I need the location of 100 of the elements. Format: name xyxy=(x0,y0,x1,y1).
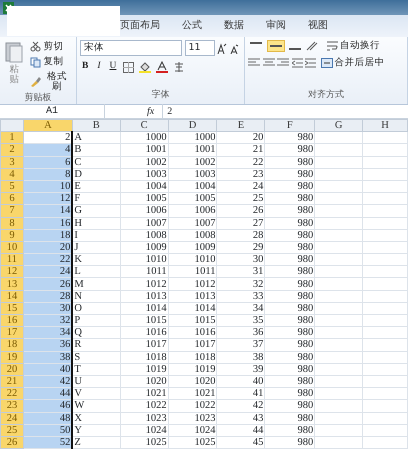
row-header[interactable]: 9 xyxy=(0,229,24,242)
row-header[interactable]: 17 xyxy=(0,326,24,339)
function-label[interactable]: fx xyxy=(147,104,154,119)
ribbon-tab[interactable]: 审阅 xyxy=(266,18,286,37)
table-cell: 8 xyxy=(23,168,72,180)
font-color-icon xyxy=(156,61,168,73)
row-header[interactable]: 19 xyxy=(0,351,24,364)
ribbon-tab[interactable]: 数据 xyxy=(224,18,244,37)
row-header[interactable]: 15 xyxy=(0,302,24,314)
row-header[interactable]: 25 xyxy=(0,424,24,436)
row-header[interactable]: 24 xyxy=(0,412,24,424)
outdent-icon xyxy=(292,58,302,68)
row-header[interactable]: 7 xyxy=(0,204,24,217)
table-cell: D xyxy=(72,168,120,180)
merge-center-button[interactable]: 合并后居中 xyxy=(318,57,386,69)
row-header[interactable]: 21 xyxy=(0,375,24,388)
column-header[interactable]: H xyxy=(362,120,408,132)
table-cell: 1021 xyxy=(168,388,217,400)
font-name-field[interactable]: 宋体 xyxy=(80,40,182,56)
cut-button[interactable]: 剪切 xyxy=(28,40,73,53)
table-cell: 28 xyxy=(216,229,265,242)
bold-button[interactable]: B xyxy=(80,61,90,73)
table-cell: 980 xyxy=(264,326,315,339)
table-cell: 39 xyxy=(216,363,265,376)
row-header[interactable]: 5 xyxy=(0,180,24,193)
table-cell: 1011 xyxy=(168,266,217,278)
table-cell: A xyxy=(72,132,120,144)
font-size-field[interactable]: 11 xyxy=(184,40,214,56)
table-cell: 26 xyxy=(23,278,72,290)
row-header[interactable]: 23 xyxy=(0,400,24,412)
table-cell: 21 xyxy=(216,144,265,156)
paste-button[interactable]: 粘贴 xyxy=(3,40,26,92)
column-header[interactable]: B xyxy=(72,120,120,132)
column-header[interactable]: C xyxy=(120,120,168,132)
table-cell: 48 xyxy=(23,412,72,424)
table-cell: 980 xyxy=(264,144,315,156)
table-cell: 28 xyxy=(23,290,72,302)
row-header[interactable]: 14 xyxy=(0,290,24,302)
table-cell: 980 xyxy=(264,436,315,449)
row-header[interactable]: 10 xyxy=(0,241,24,254)
table-cell: T xyxy=(72,363,120,376)
copy-button[interactable]: 复制 xyxy=(28,56,73,68)
row-header[interactable]: 3 xyxy=(0,156,24,168)
ribbon-tab[interactable]: 公式 xyxy=(182,18,202,37)
table-cell: 1016 xyxy=(168,326,217,339)
wrap-text-button[interactable]: 自动换行 xyxy=(325,40,382,52)
table-cell: 980 xyxy=(264,204,315,217)
orientation-icon xyxy=(306,41,318,51)
format-painter-button[interactable]: 格式刷 xyxy=(28,71,73,92)
table-cell: 22 xyxy=(216,156,265,168)
row-header[interactable]: 1 xyxy=(0,132,24,144)
table-cell: 980 xyxy=(264,229,315,242)
table-cell: J xyxy=(72,241,120,254)
table-cell: 40 xyxy=(216,375,265,388)
table-cell: 1020 xyxy=(120,375,168,388)
align-lines-icon xyxy=(270,42,282,50)
table-cell: V xyxy=(72,388,120,400)
table-cell: 980 xyxy=(264,363,315,376)
table-cell: 1012 xyxy=(120,278,168,290)
table-cell: 44 xyxy=(216,424,265,436)
column-header[interactable]: E xyxy=(216,120,265,132)
table-cell: 6 xyxy=(23,156,72,168)
table-cell: 10 xyxy=(23,180,72,193)
row-header[interactable]: 18 xyxy=(0,338,24,352)
row-header[interactable]: 4 xyxy=(0,168,24,180)
table-cell: 36 xyxy=(216,326,265,339)
table-cell: I xyxy=(72,229,120,242)
row-header[interactable]: 13 xyxy=(0,278,24,290)
underline-button[interactable]: U xyxy=(108,61,118,73)
table-cell: 23 xyxy=(216,168,265,180)
table-cell: 980 xyxy=(264,302,315,314)
table-cell: 2 xyxy=(23,132,72,144)
table-cell: M xyxy=(72,278,120,290)
table-cell: 1010 xyxy=(120,254,168,266)
italic-button[interactable]: I xyxy=(95,61,103,73)
column-header[interactable]: F xyxy=(264,120,315,132)
align-lines-icon xyxy=(277,58,289,68)
column-header[interactable]: G xyxy=(314,120,363,132)
table-cell: 1011 xyxy=(120,266,168,278)
align-button[interactable] xyxy=(266,40,284,52)
table-cell: 1022 xyxy=(120,400,168,412)
table-cell: 35 xyxy=(216,314,265,327)
column-header[interactable]: A xyxy=(23,120,72,132)
table-cell: 1008 xyxy=(168,229,217,242)
row-header[interactable]: 6 xyxy=(0,192,24,205)
row-header[interactable]: 11 xyxy=(0,254,24,266)
copy-icon xyxy=(30,56,42,68)
column-header[interactable]: D xyxy=(168,120,217,132)
row-header[interactable]: 20 xyxy=(0,363,24,376)
row-header[interactable]: 12 xyxy=(0,266,24,278)
table-cell: 1019 xyxy=(120,363,168,376)
align-lines-icon xyxy=(248,58,260,68)
row-header[interactable]: 16 xyxy=(0,314,24,327)
row-header[interactable]: 8 xyxy=(0,217,24,230)
table-cell: 1010 xyxy=(168,254,217,266)
ribbon-tab[interactable]: 视图 xyxy=(308,18,328,37)
ribbon-tab[interactable]: 页面布局 xyxy=(120,18,160,37)
row-header[interactable]: 26 xyxy=(0,436,24,449)
row-header[interactable]: 2 xyxy=(0,144,24,156)
row-header[interactable]: 22 xyxy=(0,388,24,400)
